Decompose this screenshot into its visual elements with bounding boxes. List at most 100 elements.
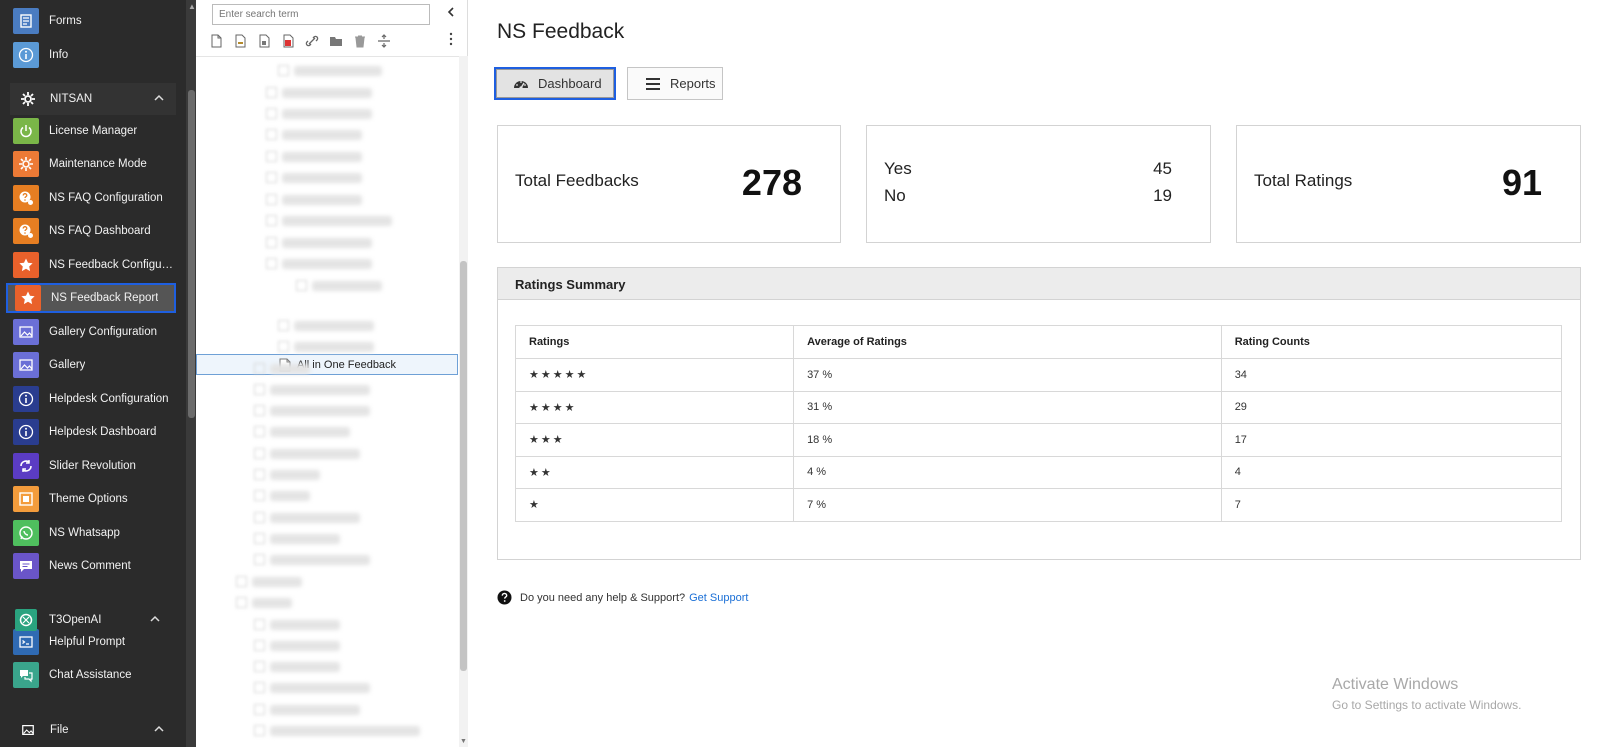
gear-icon bbox=[18, 91, 38, 107]
page-title: NS Feedback bbox=[497, 20, 625, 43]
rating-average: 7 % bbox=[793, 488, 1222, 522]
card-total-ratings: Total Ratings 91 bbox=[1236, 125, 1581, 243]
ratings-table: Ratings Average of Ratings Rating Counts… bbox=[514, 325, 1563, 522]
chat-icon bbox=[13, 662, 39, 688]
tree-node-blurred bbox=[282, 109, 372, 119]
get-support-link[interactable]: Get Support bbox=[689, 592, 748, 604]
sidebar-item-label: NS Whatsapp bbox=[49, 527, 120, 539]
sidebar-item-ns-feedback-report[interactable]: NS Feedback Report bbox=[6, 283, 176, 313]
tree-node-blurred bbox=[270, 555, 370, 565]
whatsapp-icon bbox=[13, 520, 39, 546]
sidebar-item-gallery-configuration[interactable]: Gallery Configuration bbox=[6, 317, 176, 347]
tree-scrollbar[interactable]: ▼ bbox=[459, 56, 468, 747]
sidebar-item-helpdesk-dashboard[interactable]: Helpdesk Dashboard bbox=[6, 417, 176, 447]
sidebar-item-license-manager[interactable]: License Manager bbox=[6, 116, 176, 146]
tree-node-blurred-icon bbox=[266, 108, 277, 119]
sidebar-item-maintenance-mode[interactable]: Maintenance Mode bbox=[6, 149, 176, 179]
sidebar-item-label: Info bbox=[49, 49, 69, 61]
tree-node-blurred-icon bbox=[266, 258, 277, 269]
faq-icon bbox=[13, 185, 39, 211]
chevron-up-icon[interactable] bbox=[154, 724, 164, 736]
chevron-up-icon[interactable] bbox=[154, 93, 164, 105]
sidebar-scroll-thumb[interactable] bbox=[188, 90, 195, 418]
sidebar-item-helpdesk-configuration[interactable]: Helpdesk Configuration bbox=[6, 384, 176, 414]
power-icon bbox=[13, 118, 39, 144]
tree-node-blurred-icon bbox=[236, 576, 247, 587]
tree-node-blurred-icon bbox=[266, 151, 277, 162]
tree-node-selected[interactable]: All in One Feedback bbox=[196, 354, 458, 375]
rating-stars: ★★★ bbox=[514, 423, 795, 457]
new-page-icon[interactable] bbox=[208, 33, 224, 49]
new-page-delete-icon[interactable] bbox=[280, 33, 296, 49]
sidebar-group-nitsan[interactable]: NITSAN bbox=[10, 83, 176, 115]
divider-icon[interactable] bbox=[376, 33, 392, 49]
sidebar-item-ns-faq-configuration[interactable]: NS FAQ Configuration bbox=[6, 183, 176, 213]
sidebar-item-ns-faq-dashboard[interactable]: NS FAQ Dashboard bbox=[6, 216, 176, 246]
rating-count: 29 bbox=[1220, 390, 1563, 424]
tab-dashboard-label: Dashboard bbox=[538, 76, 602, 91]
tab-dashboard[interactable]: Dashboard bbox=[494, 67, 616, 100]
sidebar-group-file[interactable]: File bbox=[10, 714, 176, 746]
tree-node-blurred-icon bbox=[266, 172, 277, 183]
tree-node-blurred-icon bbox=[278, 341, 289, 352]
sidebar-item-forms[interactable]: Forms bbox=[6, 6, 176, 36]
rating-count: 34 bbox=[1220, 358, 1563, 392]
new-page-link-icon[interactable] bbox=[256, 33, 272, 49]
sidebar-group-t3openai[interactable]: T3OpenAI bbox=[6, 604, 172, 636]
tree-node-blurred bbox=[270, 641, 340, 651]
yes-label: Yes bbox=[884, 159, 912, 178]
image-icon bbox=[18, 723, 38, 737]
tree-node-blurred bbox=[294, 342, 374, 352]
tree-node-blurred-icon bbox=[254, 448, 265, 459]
scroll-down-icon[interactable]: ▼ bbox=[460, 738, 467, 745]
rating-stars: ★ bbox=[514, 488, 795, 522]
sidebar-item-label: Gallery bbox=[49, 359, 86, 371]
tab-reports[interactable]: Reports bbox=[627, 67, 723, 100]
info-icon bbox=[13, 386, 39, 412]
tree-search-input[interactable] bbox=[212, 4, 430, 25]
more-options-icon[interactable] bbox=[448, 32, 454, 49]
tree-node-blurred bbox=[312, 281, 382, 291]
sidebar-item-slider-revolution[interactable]: Slider Revolution bbox=[6, 451, 176, 481]
tree-scroll-thumb[interactable] bbox=[460, 261, 467, 671]
sidebar-item-ns-feedback-configur[interactable]: NS Feedback Configur... bbox=[6, 250, 176, 280]
tree-node-blurred bbox=[270, 427, 350, 437]
tree-node-blurred bbox=[270, 534, 340, 544]
forms-icon bbox=[13, 8, 39, 34]
sidebar-item-chat-assistance[interactable]: Chat Assistance bbox=[6, 660, 176, 690]
tree-node-blurred bbox=[282, 259, 372, 269]
page-tree-panel: All in One Feedback ▼ bbox=[196, 0, 468, 747]
sidebar-item-label: Forms bbox=[49, 15, 82, 27]
sidebar-item-theme-options[interactable]: Theme Options bbox=[6, 484, 176, 514]
tree-node-blurred-icon bbox=[254, 512, 265, 523]
dashboard-gauge-icon bbox=[512, 75, 530, 93]
sidebar-item-info[interactable]: Info bbox=[6, 40, 176, 70]
sidebar-item-news-comment[interactable]: News Comment bbox=[6, 551, 176, 581]
tree-node-blurred-icon bbox=[278, 65, 289, 76]
sidebar-item-gallery[interactable]: Gallery bbox=[6, 350, 176, 380]
chevron-up-icon[interactable] bbox=[150, 614, 160, 626]
tree-node-blurred bbox=[282, 130, 362, 140]
no-label: No bbox=[884, 186, 906, 205]
trash-icon[interactable] bbox=[352, 33, 368, 49]
link-icon[interactable] bbox=[304, 33, 320, 49]
card-total-feedbacks: Total Feedbacks 278 bbox=[497, 125, 841, 243]
watermark-title: Activate Windows bbox=[1332, 676, 1459, 693]
total-ratings-value: 91 bbox=[1501, 162, 1542, 203]
tree-node-blurred bbox=[270, 364, 310, 374]
tree-node-blurred bbox=[252, 598, 292, 608]
new-page-folder-icon[interactable] bbox=[232, 33, 248, 49]
tree-toolbar bbox=[208, 31, 400, 51]
image-icon bbox=[13, 319, 39, 345]
folder-icon[interactable] bbox=[328, 33, 344, 49]
tree-node-blurred-icon bbox=[296, 280, 307, 291]
tree-node-blurred bbox=[270, 620, 340, 630]
sidebar-item-ns-whatsapp[interactable]: NS Whatsapp bbox=[6, 518, 176, 548]
tree-node-blurred-icon bbox=[266, 237, 277, 248]
menu-lines-icon bbox=[644, 75, 662, 93]
star-icon bbox=[15, 285, 41, 311]
collapse-tree-icon[interactable] bbox=[446, 6, 456, 21]
tree-node-blurred bbox=[252, 577, 302, 587]
tree-node-blurred bbox=[270, 513, 360, 523]
scroll-up-icon[interactable]: ▲ bbox=[188, 2, 196, 11]
